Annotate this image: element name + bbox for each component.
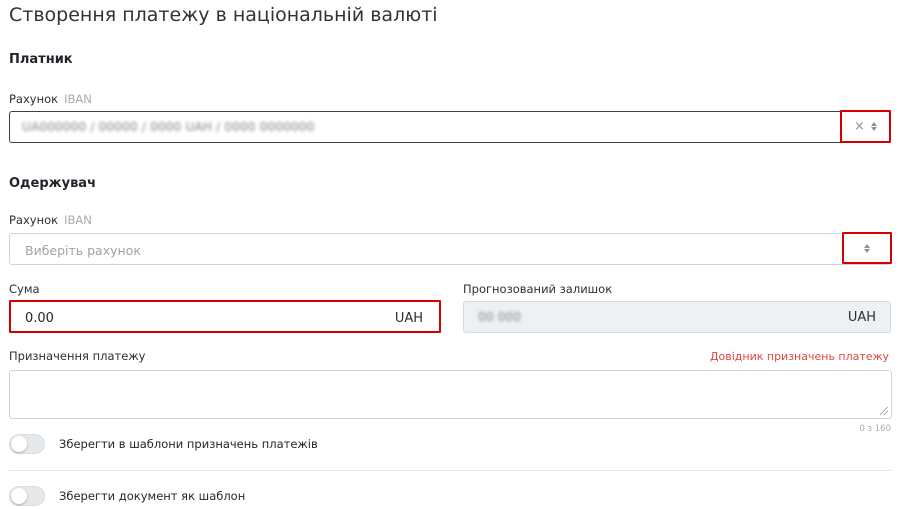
forecast-currency: UAH	[847, 310, 876, 325]
recipient-select-controls	[842, 232, 892, 264]
purpose-counter: 0 з 160	[859, 424, 891, 434]
sort-arrows-icon[interactable]	[864, 243, 870, 253]
recipient-section-title: Одержувач	[9, 176, 97, 191]
recipient-account-label: Рахунок IBAN	[9, 213, 92, 227]
forecast-balance-field: 00 000 UAH	[463, 301, 891, 333]
page-title: Створення платежу в національній валюті	[9, 4, 438, 26]
payer-account-label: Рахунок IBAN	[9, 92, 92, 106]
amount-label: Сума	[9, 282, 40, 296]
forecast-label: Прогнозований залишок	[463, 282, 613, 296]
payer-select-controls: ×	[840, 110, 891, 143]
recipient-account-hint: IBAN	[64, 213, 92, 227]
save-as-template-toggle[interactable]	[9, 486, 45, 506]
recipient-account-select[interactable]: Виберіть рахунок	[9, 233, 891, 265]
purpose-textarea[interactable]	[9, 370, 892, 419]
payer-account-hint: IBAN	[64, 92, 92, 106]
amount-currency: UAH	[394, 311, 423, 326]
recipient-account-placeholder: Виберіть рахунок	[25, 243, 141, 258]
toggle-knob	[11, 488, 27, 504]
close-icon[interactable]: ×	[854, 120, 865, 133]
save-to-templates-label: Зберегти в шаблони призначень платежів	[59, 437, 318, 451]
amount-input[interactable]: 0.00 UAH	[9, 300, 441, 333]
purpose-label: Призначення платежу	[9, 349, 146, 363]
recipient-account-label-text: Рахунок	[9, 213, 59, 227]
payer-section-title: Платник	[9, 52, 73, 67]
save-to-templates-toggle[interactable]	[9, 434, 45, 454]
toggle-knob	[11, 436, 27, 452]
payer-account-label-text: Рахунок	[9, 92, 59, 106]
forecast-value: 00 000	[478, 310, 522, 324]
divider	[9, 470, 891, 471]
amount-value: 0.00	[25, 311, 54, 326]
payer-account-select[interactable]: UA000000 / 00000 / 0000 UAH / 0000 00000…	[9, 111, 891, 143]
save-as-template-label: Зберегти документ як шаблон	[59, 489, 246, 503]
sort-arrows-icon[interactable]	[870, 122, 877, 131]
purpose-reference-link[interactable]: Довідник призначень платежу	[710, 350, 889, 363]
resize-handle-icon[interactable]	[880, 407, 888, 415]
payer-account-value: UA000000 / 00000 / 0000 UAH / 0000 00000…	[22, 120, 315, 134]
